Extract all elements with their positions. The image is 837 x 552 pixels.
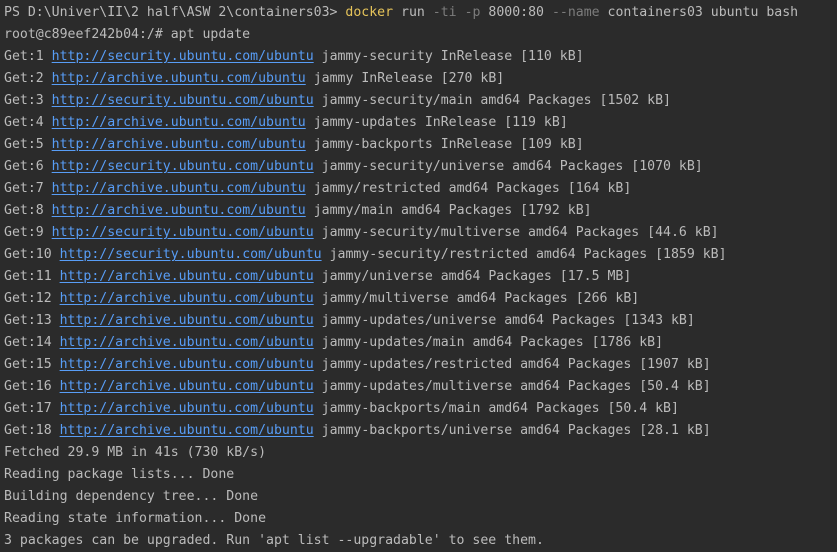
- apt-get-line: Get:2 http://archive.ubuntu.com/ubuntu j…: [4, 68, 504, 90]
- apt-get-line: Get:14 http://archive.ubuntu.com/ubuntu …: [4, 332, 663, 354]
- package-info: jammy-security InRelease [110 kB]: [321, 49, 584, 64]
- command-arg: 8000:80: [488, 5, 544, 20]
- get-prefix: Get:7: [4, 181, 44, 196]
- get-prefix: Get:13: [4, 313, 52, 328]
- get-prefix: Get:4: [4, 115, 44, 130]
- repository-link[interactable]: http://archive.ubuntu.com/ubuntu: [60, 401, 314, 416]
- apt-get-line: Get:3 http://security.ubuntu.com/ubuntu …: [4, 90, 671, 112]
- package-info: jammy/multiverse amd64 Packages [266 kB]: [321, 291, 640, 306]
- apt-get-line: Get:5 http://archive.ubuntu.com/ubuntu j…: [4, 134, 584, 156]
- repository-link[interactable]: http://archive.ubuntu.com/ubuntu: [52, 137, 306, 152]
- repository-link[interactable]: http://archive.ubuntu.com/ubuntu: [52, 71, 306, 86]
- repository-link[interactable]: http://archive.ubuntu.com/ubuntu: [52, 115, 306, 130]
- repository-link[interactable]: http://archive.ubuntu.com/ubuntu: [60, 313, 314, 328]
- apt-summary-line: Reading package lists... Done: [4, 467, 235, 482]
- get-prefix: Get:18: [4, 423, 52, 438]
- apt-get-line: Get:9 http://security.ubuntu.com/ubuntu …: [4, 222, 719, 244]
- apt-summary-line: 3 packages can be upgraded. Run 'apt lis…: [4, 533, 544, 548]
- package-info: jammy-security/restricted amd64 Packages…: [329, 247, 727, 262]
- command-arg: run: [401, 5, 425, 20]
- apt-summary-line: Building dependency tree... Done: [4, 489, 259, 504]
- apt-summary-line: Reading state information... Done: [4, 511, 267, 526]
- repository-link[interactable]: http://archive.ubuntu.com/ubuntu: [60, 357, 314, 372]
- apt-get-line: Get:16 http://archive.ubuntu.com/ubuntu …: [4, 376, 711, 398]
- get-prefix: Get:16: [4, 379, 52, 394]
- command-name: docker: [345, 5, 394, 20]
- get-prefix: Get:11: [4, 269, 52, 284]
- package-info: jammy/main amd64 Packages [1792 kB]: [313, 203, 592, 218]
- package-info: jammy-security/universe amd64 Packages […: [321, 159, 703, 174]
- get-prefix: Get:5: [4, 137, 44, 152]
- get-prefix: Get:8: [4, 203, 44, 218]
- repository-link[interactable]: http://archive.ubuntu.com/ubuntu: [60, 269, 314, 284]
- apt-get-line: Get:4 http://archive.ubuntu.com/ubuntu j…: [4, 112, 568, 134]
- root-shell-line: root@c89eef242b04:/# apt update: [4, 27, 251, 42]
- repository-link[interactable]: http://archive.ubuntu.com/ubuntu: [60, 335, 314, 350]
- get-prefix: Get:12: [4, 291, 52, 306]
- package-info: jammy-updates InRelease [119 kB]: [313, 115, 568, 130]
- repository-link[interactable]: http://security.ubuntu.com/ubuntu: [52, 93, 314, 108]
- get-prefix: Get:1: [4, 49, 44, 64]
- apt-get-line: Get:12 http://archive.ubuntu.com/ubuntu …: [4, 288, 639, 310]
- powershell-prompt: PS D:\Univer\II\2 half\ASW 2\containers0…: [4, 5, 338, 20]
- apt-get-line: Get:15 http://archive.ubuntu.com/ubuntu …: [4, 354, 711, 376]
- package-info: jammy-backports InRelease [109 kB]: [313, 137, 584, 152]
- apt-get-line: Get:6 http://security.ubuntu.com/ubuntu …: [4, 156, 703, 178]
- apt-summary-line: Fetched 29.9 MB in 41s (730 kB/s): [4, 445, 267, 460]
- repository-link[interactable]: http://security.ubuntu.com/ubuntu: [52, 49, 314, 64]
- package-info: jammy-updates/restricted amd64 Packages …: [321, 357, 711, 372]
- apt-get-line: Get:18 http://archive.ubuntu.com/ubuntu …: [4, 420, 711, 442]
- apt-get-line: Get:13 http://archive.ubuntu.com/ubuntu …: [4, 310, 695, 332]
- command-flag: -p: [464, 5, 481, 20]
- apt-get-line: Get:10 http://security.ubuntu.com/ubuntu…: [4, 244, 727, 266]
- repository-link[interactable]: http://archive.ubuntu.com/ubuntu: [60, 291, 314, 306]
- repository-link[interactable]: http://archive.ubuntu.com/ubuntu: [52, 181, 306, 196]
- get-prefix: Get:10: [4, 247, 52, 262]
- package-info: jammy/restricted amd64 Packages [164 kB]: [313, 181, 632, 196]
- repository-link[interactable]: http://security.ubuntu.com/ubuntu: [60, 247, 322, 262]
- powershell-command-line: PS D:\Univer\II\2 half\ASW 2\containers0…: [4, 2, 798, 24]
- repository-link[interactable]: http://archive.ubuntu.com/ubuntu: [60, 379, 314, 394]
- repository-link[interactable]: http://security.ubuntu.com/ubuntu: [52, 225, 314, 240]
- get-prefix: Get:14: [4, 335, 52, 350]
- terminal-output[interactable]: PS D:\Univer\II\2 half\ASW 2\containers0…: [0, 0, 837, 552]
- apt-get-line: Get:7 http://archive.ubuntu.com/ubuntu j…: [4, 178, 631, 200]
- command-arg: containers03 ubuntu bash: [607, 5, 799, 20]
- package-info: jammy-backports/main amd64 Packages [50.…: [321, 401, 679, 416]
- apt-get-line: Get:1 http://security.ubuntu.com/ubuntu …: [4, 46, 584, 68]
- get-prefix: Get:9: [4, 225, 44, 240]
- repository-link[interactable]: http://security.ubuntu.com/ubuntu: [52, 159, 314, 174]
- package-info: jammy-updates/multiverse amd64 Packages …: [321, 379, 711, 394]
- command-flag: --name: [551, 5, 600, 20]
- get-prefix: Get:2: [4, 71, 44, 86]
- get-prefix: Get:15: [4, 357, 52, 372]
- apt-get-line: Get:8 http://archive.ubuntu.com/ubuntu j…: [4, 200, 592, 222]
- package-info: jammy InRelease [270 kB]: [313, 71, 505, 86]
- package-info: jammy-updates/main amd64 Packages [1786 …: [321, 335, 664, 350]
- get-prefix: Get:3: [4, 93, 44, 108]
- repository-link[interactable]: http://archive.ubuntu.com/ubuntu: [60, 423, 314, 438]
- get-prefix: Get:6: [4, 159, 44, 174]
- package-info: jammy-security/multiverse amd64 Packages…: [321, 225, 719, 240]
- package-info: jammy-updates/universe amd64 Packages [1…: [321, 313, 695, 328]
- package-info: jammy/universe amd64 Packages [17.5 MB]: [321, 269, 632, 284]
- apt-get-line: Get:17 http://archive.ubuntu.com/ubuntu …: [4, 398, 679, 420]
- command-flag: -ti: [432, 5, 457, 20]
- apt-get-line: Get:11 http://archive.ubuntu.com/ubuntu …: [4, 266, 631, 288]
- package-info: jammy-backports/universe amd64 Packages …: [321, 423, 711, 438]
- get-prefix: Get:17: [4, 401, 52, 416]
- repository-link[interactable]: http://archive.ubuntu.com/ubuntu: [52, 203, 306, 218]
- package-info: jammy-security/main amd64 Packages [1502…: [321, 93, 671, 108]
